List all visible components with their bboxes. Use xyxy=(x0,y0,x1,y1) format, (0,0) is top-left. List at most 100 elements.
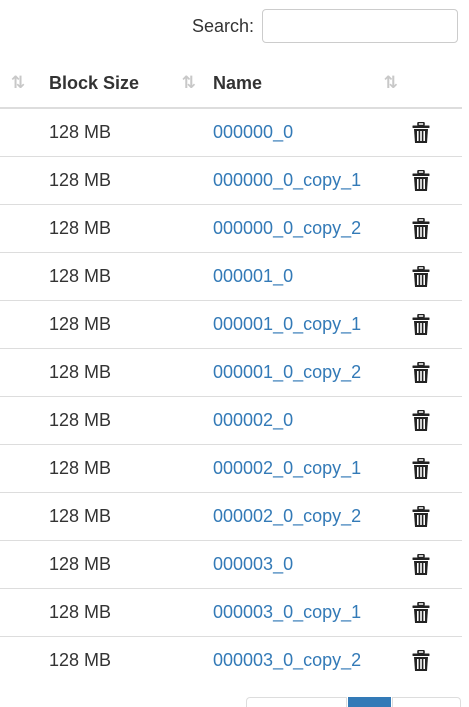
row-spacer xyxy=(0,396,40,445)
file-name-link[interactable]: 000003_0_copy_1 xyxy=(213,602,361,622)
sort-icon[interactable]: ⇅ xyxy=(384,73,398,93)
pagination-next[interactable] xyxy=(392,697,461,707)
delete-cell xyxy=(399,156,462,205)
row-spacer xyxy=(0,492,40,541)
name-cell: 000003_0 xyxy=(204,540,399,589)
delete-cell xyxy=(399,396,462,445)
pagination xyxy=(246,697,461,707)
name-cell: 000003_0_copy_2 xyxy=(204,636,399,684)
row-spacer xyxy=(0,300,40,349)
block-size-cell: 128 MB xyxy=(40,540,204,589)
trash-icon[interactable] xyxy=(412,217,462,240)
delete-cell xyxy=(399,107,462,157)
file-name-link[interactable]: 000003_0 xyxy=(213,554,293,574)
search-input[interactable] xyxy=(262,9,458,43)
search-label: Search: xyxy=(191,16,254,36)
trash-icon[interactable] xyxy=(412,601,462,624)
file-name-link[interactable]: 000003_0_copy_2 xyxy=(213,650,361,670)
row-spacer xyxy=(0,107,40,157)
table-body: 128 MB 000000_0 128 MB 000000_0_copy_1 1… xyxy=(0,107,462,684)
file-name-link[interactable]: 000002_0_copy_2 xyxy=(213,506,361,526)
trash-icon[interactable] xyxy=(412,313,462,336)
block-size-cell: 128 MB xyxy=(40,636,204,684)
trash-icon[interactable] xyxy=(412,409,462,432)
trash-icon[interactable] xyxy=(412,553,462,576)
table-row: 128 MB 000000_0_copy_1 xyxy=(0,156,462,205)
name-cell: 000003_0_copy_1 xyxy=(204,588,399,637)
trash-icon[interactable] xyxy=(412,265,462,288)
table-row: 128 MB 000000_0 xyxy=(0,107,462,157)
file-name-link[interactable]: 000001_0_copy_2 xyxy=(213,362,361,382)
name-cell: 000001_0_copy_1 xyxy=(204,300,399,349)
block-size-cell: 128 MB xyxy=(40,348,204,397)
trash-icon[interactable] xyxy=(412,457,462,480)
block-size-cell: 128 MB xyxy=(40,492,204,541)
file-name-link[interactable]: 000000_0 xyxy=(213,122,293,142)
file-name-link[interactable]: 000001_0_copy_1 xyxy=(213,314,361,334)
row-spacer xyxy=(0,540,40,589)
delete-cell xyxy=(399,300,462,349)
table-row: 128 MB 000000_0_copy_2 xyxy=(0,204,462,253)
delete-cell xyxy=(399,444,462,493)
row-spacer xyxy=(0,348,40,397)
name-cell: 000002_0 xyxy=(204,396,399,445)
trash-icon[interactable] xyxy=(412,121,462,144)
row-spacer xyxy=(0,204,40,253)
name-cell: 000002_0_copy_1 xyxy=(204,444,399,493)
table-header-row: ⇅ Block Size ⇅ Name ⇅ xyxy=(0,60,462,109)
file-name-link[interactable]: 000000_0_copy_1 xyxy=(213,170,361,190)
row-spacer xyxy=(0,444,40,493)
file-name-link[interactable]: 000002_0_copy_1 xyxy=(213,458,361,478)
name-cell: 000002_0_copy_2 xyxy=(204,492,399,541)
table-row: 128 MB 000001_0_copy_1 xyxy=(0,300,462,349)
delete-cell xyxy=(399,588,462,637)
table-row: 128 MB 000002_0_copy_2 xyxy=(0,492,462,541)
column-label-name: Name xyxy=(213,73,263,93)
block-size-cell: 128 MB xyxy=(40,396,204,445)
name-cell: 000001_0_copy_2 xyxy=(204,348,399,397)
table-row: 128 MB 000003_0_copy_2 xyxy=(0,636,462,684)
row-spacer xyxy=(0,156,40,205)
trash-icon[interactable] xyxy=(412,649,462,672)
trash-icon[interactable] xyxy=(412,361,462,384)
file-name-link[interactable]: 000002_0 xyxy=(213,410,293,430)
column-header-block-size[interactable]: Block Size ⇅ xyxy=(40,60,204,109)
file-name-link[interactable]: 000001_0 xyxy=(213,266,293,286)
sort-icon[interactable]: ⇅ xyxy=(182,73,196,93)
block-size-cell: 128 MB xyxy=(40,588,204,637)
row-spacer xyxy=(0,252,40,301)
delete-cell xyxy=(399,540,462,589)
table-row: 128 MB 000002_0 xyxy=(0,396,462,445)
delete-cell xyxy=(399,252,462,301)
delete-cell xyxy=(399,204,462,253)
column-label-block-size: Block Size xyxy=(49,73,140,93)
column-header-select[interactable]: ⇅ xyxy=(0,60,40,109)
block-size-cell: 128 MB xyxy=(40,107,204,157)
trash-icon[interactable] xyxy=(412,169,462,192)
block-size-cell: 128 MB xyxy=(40,204,204,253)
pagination-page-active[interactable] xyxy=(348,697,391,707)
table-row: 128 MB 000001_0_copy_2 xyxy=(0,348,462,397)
sort-icon[interactable]: ⇅ xyxy=(11,73,25,93)
table-row: 128 MB 000003_0_copy_1 xyxy=(0,588,462,637)
name-cell: 000000_0_copy_2 xyxy=(204,204,399,253)
block-size-cell: 128 MB xyxy=(40,252,204,301)
column-header-actions xyxy=(399,60,462,109)
pagination-previous[interactable] xyxy=(246,697,347,707)
search-bar: Search: xyxy=(0,9,469,47)
file-name-link[interactable]: 000000_0_copy_2 xyxy=(213,218,361,238)
delete-cell xyxy=(399,348,462,397)
row-spacer xyxy=(0,636,40,684)
name-cell: 000000_0_copy_1 xyxy=(204,156,399,205)
name-cell: 000001_0 xyxy=(204,252,399,301)
column-header-name[interactable]: Name ⇅ xyxy=(204,60,399,109)
trash-icon[interactable] xyxy=(412,505,462,528)
delete-cell xyxy=(399,636,462,684)
table-row: 128 MB 000002_0_copy_1 xyxy=(0,444,462,493)
table-row: 128 MB 000003_0 xyxy=(0,540,462,589)
row-spacer xyxy=(0,588,40,637)
table-row: 128 MB 000001_0 xyxy=(0,252,462,301)
delete-cell xyxy=(399,492,462,541)
block-size-cell: 128 MB xyxy=(40,300,204,349)
block-size-cell: 128 MB xyxy=(40,156,204,205)
